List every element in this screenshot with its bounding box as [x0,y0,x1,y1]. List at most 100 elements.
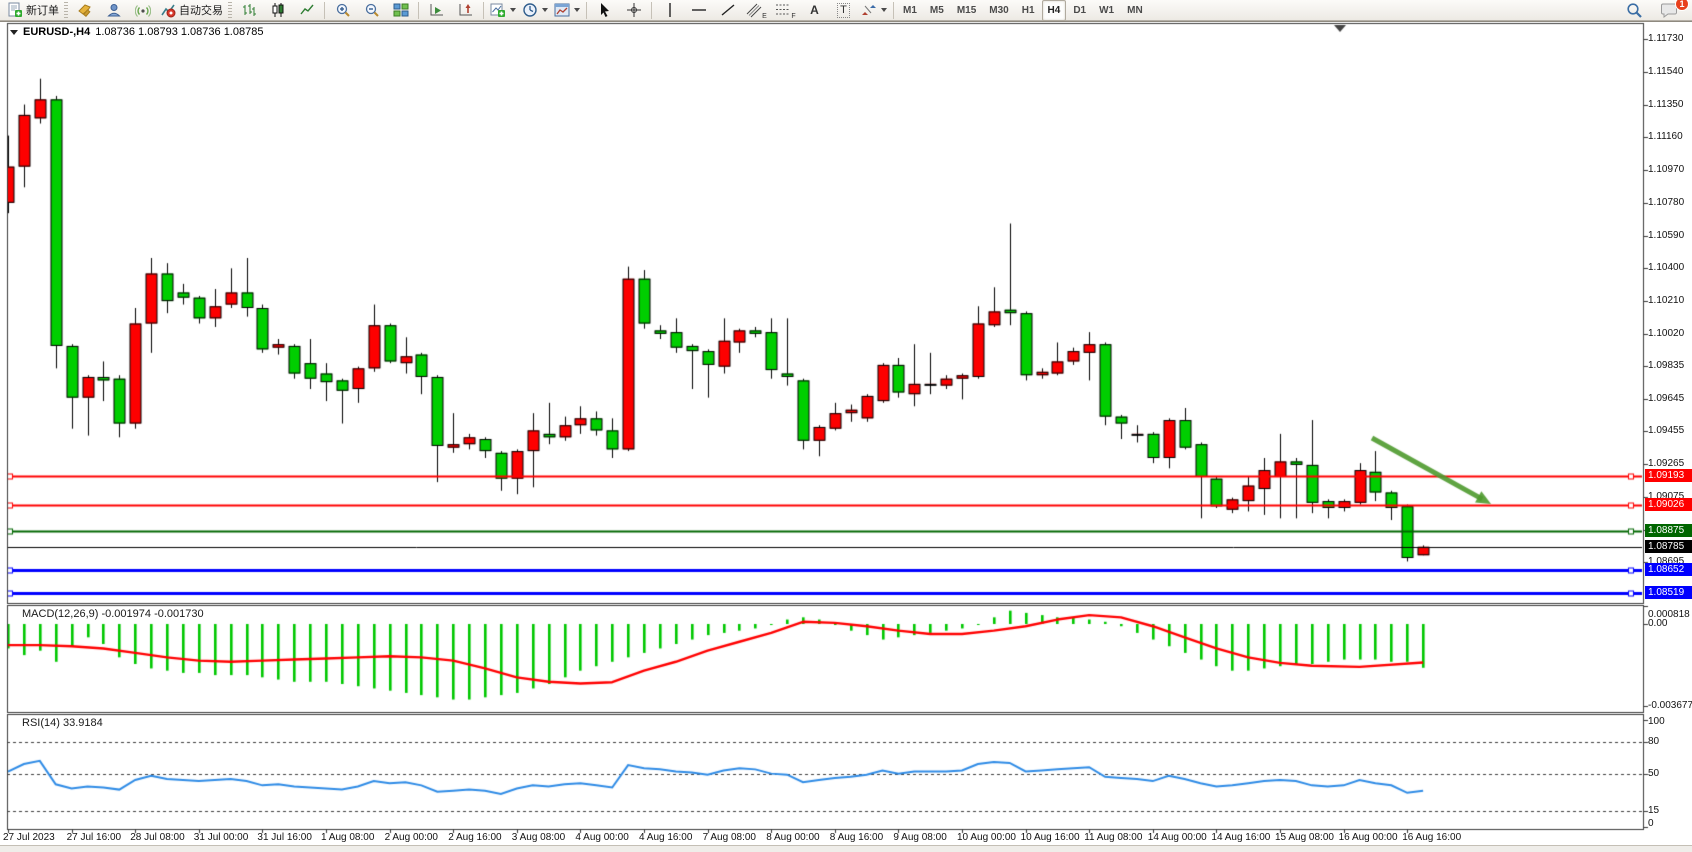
horizontal-line-tool-button[interactable] [684,0,713,21]
tab-timeframe-d1[interactable]: D1 [1067,0,1092,21]
chart-window: EURUSD-,H4 1.08736 1.08793 1.08736 1.087… [0,21,1692,847]
zoom-in-button[interactable] [328,0,357,21]
hline-icon [691,2,707,18]
hammer-tool-button[interactable] [70,0,99,21]
chart-bars-button[interactable] [234,0,263,21]
timeframe-group: M1M5M15M30H1H4D1W1MN [897,0,1149,21]
time-axis-label: 3 Aug 08:00 [512,832,565,843]
price-line-label-support-blue-2[interactable]: 1.08519 [1645,586,1692,599]
chart-symbol-period: EURUSD-,H4 [23,26,90,38]
chart-ohlc: 1.08736 1.08793 1.08736 1.08785 [95,26,263,38]
fibonacci-tool-button[interactable]: F [771,0,800,21]
signal-button[interactable] [128,0,157,21]
price-tick-label: 1.10590 [1648,230,1692,241]
time-axis-label: 7 Aug 08:00 [703,832,756,843]
arrows-dropdown-caret [881,8,887,12]
chart-shift-icon [458,2,474,18]
chart-candles-icon [270,2,286,18]
text-tool-button[interactable]: A [800,0,829,21]
trading-terminal: 新订单 自动交易 [0,0,1692,852]
text-label-icon: T [837,3,850,18]
price-tick-label: 1.11160 [1648,131,1692,142]
arrows-tool-button[interactable] [858,0,890,21]
chart-line-button[interactable] [292,0,321,21]
tab-timeframe-m1[interactable]: M1 [897,0,923,21]
tab-timeframe-mn[interactable]: MN [1121,0,1149,21]
rsi-scale-label: 100 [1648,716,1692,727]
tab-timeframe-h1[interactable]: H1 [1016,0,1041,21]
rsi-scale-label: 50 [1648,768,1692,779]
price-line-label-resistance-lower[interactable]: 1.09026 [1645,498,1692,511]
chart-candles-button[interactable] [263,0,292,21]
price-tick-label: 1.10210 [1648,295,1692,306]
chart-menu-triangle-icon[interactable] [10,30,18,35]
indicators-dropdown-caret [510,8,516,12]
vline-icon [664,2,676,18]
tab-timeframe-w1[interactable]: W1 [1093,0,1120,21]
tab-timeframe-h4[interactable]: H4 [1042,0,1067,21]
period-dropdown-caret [542,8,548,12]
tab-timeframe-m15[interactable]: M15 [951,0,982,21]
chart-shift-button[interactable] [451,0,480,21]
search-icon [1626,2,1643,19]
time-axis-label: 15 Aug 08:00 [1275,832,1334,843]
new-order-icon [7,2,23,18]
time-axis-label: 31 Jul 16:00 [257,832,312,843]
search-button[interactable] [1620,0,1649,21]
cursor-tool-button[interactable] [590,0,619,21]
time-axis-label: 11 Aug 08:00 [1084,832,1142,843]
auto-scroll-icon [429,2,445,18]
period-button[interactable] [519,0,551,21]
time-axis-label: 2 Aug 16:00 [448,832,501,843]
equidistant-channel-tool-button[interactable]: E [742,0,771,21]
auto-scroll-button[interactable] [422,0,451,21]
price-line-label-support-blue-1[interactable]: 1.08652 [1645,563,1692,576]
price-tick-label: 1.10020 [1648,328,1692,339]
new-order-button[interactable]: 新订单 [4,0,62,21]
macd-scale-label: 0.00 [1648,618,1692,629]
time-axis-label: 1 Aug 08:00 [321,832,374,843]
price-tick-label: 1.09455 [1648,425,1692,436]
template-button[interactable] [551,0,583,21]
macd-indicator-label: MACD(12,26,9) -0.001974 -0.001730 [22,608,204,620]
auto-trading-button[interactable]: 自动交易 [157,0,226,21]
price-line-label-current-price: 1.08785 [1645,540,1692,553]
time-axis-label: 10 Aug 16:00 [1021,832,1080,843]
price-tick-label: 1.11350 [1648,99,1692,110]
notification-badge: 1 [1675,0,1689,11]
price-tick-label: 1.11730 [1648,33,1692,44]
indicators-icon [490,2,506,18]
auto-trading-label: 自动交易 [179,2,223,18]
price-line-label-support-green[interactable]: 1.08875 [1645,524,1692,537]
channel-icon [746,2,762,18]
chart-canvas[interactable] [0,22,1692,847]
time-axis-label: 2 Aug 00:00 [385,832,438,843]
hammer-icon [77,2,93,18]
tab-timeframe-m30[interactable]: M30 [983,0,1014,21]
price-tick-label: 1.09645 [1648,393,1692,404]
indicators-button[interactable] [487,0,519,21]
zoom-out-icon [364,2,380,18]
zoom-in-icon [335,2,351,18]
notifications-button[interactable]: 1 [1655,0,1684,21]
zoom-out-button[interactable] [357,0,386,21]
price-line-label-resistance-upper[interactable]: 1.09193 [1645,469,1692,482]
time-axis-label: 4 Aug 00:00 [575,832,628,843]
template-dropdown-caret [574,8,580,12]
trendline-icon [720,2,736,18]
time-axis-label: 8 Aug 16:00 [830,832,883,843]
crosshair-tool-button[interactable] [619,0,648,21]
trendline-tool-button[interactable] [713,0,742,21]
text-label-tool-button[interactable]: T [829,0,858,21]
time-axis-label: 16 Aug 00:00 [1339,832,1398,843]
time-axis-label: 9 Aug 08:00 [893,832,946,843]
vertical-line-tool-button[interactable] [655,0,684,21]
fibonacci-icon [775,2,791,18]
price-tick-label: 1.10400 [1648,262,1692,273]
profile-button[interactable] [99,0,128,21]
time-axis-label: 16 Aug 16:00 [1402,832,1461,843]
period-clock-icon [522,2,538,18]
tile-windows-button[interactable] [386,0,415,21]
time-axis-label: 14 Aug 00:00 [1148,832,1207,843]
tab-timeframe-m5[interactable]: M5 [924,0,950,21]
